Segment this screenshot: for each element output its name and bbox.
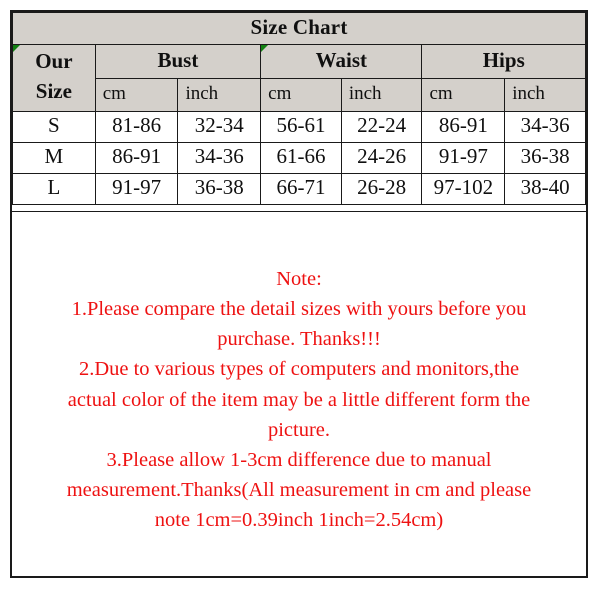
cell-s-bust-inch: 32-34: [177, 110, 262, 143]
cell-s-waist-inch: 22-24: [340, 110, 423, 143]
unit-header-row: cm inch cm inch cm inch: [13, 77, 586, 112]
corner-label-line-1: Our: [35, 49, 73, 73]
cell-m-waist-inch: 24-26: [340, 141, 423, 174]
note-body: Note: 1.Please compare the detail sizes …: [26, 264, 572, 535]
cell-l-hips-inch: 38-40: [504, 172, 586, 205]
cell-l-bust-cm: 91-97: [94, 172, 179, 205]
group-header-waist-label: Waist: [315, 47, 367, 72]
cell-s-hips-inch: 34-36: [504, 110, 586, 143]
cell-m-waist-cm: 61-66: [260, 141, 342, 174]
page-title: Size Chart: [12, 12, 586, 45]
note-line-2: purchase. Thanks!!!: [217, 328, 381, 351]
unit-header-waist-inch: inch: [340, 77, 423, 112]
size-label-s: S: [12, 110, 96, 143]
corner-our-size-cell: Our Size: [12, 44, 96, 112]
unit-header-hips-inch: inch: [504, 77, 586, 112]
group-header-hips: Hips: [421, 44, 586, 79]
cell-l-waist-inch: 26-28: [340, 172, 423, 205]
size-label-l: L: [12, 172, 96, 205]
note-line-5: picture.: [267, 418, 331, 441]
note-line-6: 3.Please allow 1-3cm difference due to m…: [106, 448, 492, 471]
table-title-row: Size Chart: [12, 12, 586, 45]
unit-header-hips-cm: cm: [421, 77, 506, 112]
size-chart-frame: Size Chart Our Size Bust Waist Hips cm i…: [10, 10, 588, 578]
cell-m-bust-inch: 34-36: [177, 141, 262, 174]
note-line-7: measurement.Thanks(All measurement in cm…: [66, 478, 532, 501]
note-line-4: actual color of the item may be a little…: [67, 388, 531, 411]
note-line-3: 2.Due to various types of computers and …: [78, 358, 520, 381]
comment-triangle-icon: [261, 45, 269, 52]
cell-l-bust-inch: 36-38: [177, 172, 262, 205]
cell-s-waist-cm: 56-61: [260, 110, 342, 143]
table-row: M 86-91 34-36 61-66 24-26 91-97 36-38: [12, 141, 586, 174]
corner-label-line-2: Size: [35, 78, 72, 103]
note-heading: Note:: [276, 268, 322, 290]
size-label-m: M: [12, 141, 96, 174]
group-header-waist: Waist: [260, 44, 423, 79]
cell-s-bust-cm: 81-86: [94, 110, 179, 143]
table-row: L 91-97 36-38 66-71 26-28 97-102 38-40: [12, 172, 586, 205]
table-row: S 81-86 32-34 56-61 22-24 86-91 34-36: [12, 110, 586, 143]
note-line-1: 1.Please compare the detail sizes with y…: [71, 298, 527, 321]
group-header-row: Our Size Bust Waist Hips: [12, 44, 586, 112]
cell-m-hips-inch: 36-38: [504, 141, 586, 174]
group-header-bust: Bust: [94, 44, 262, 79]
note-line-8: note 1cm=0.39inch 1inch=2.54cm): [154, 509, 444, 531]
cell-m-bust-cm: 86-91: [94, 141, 179, 174]
cell-l-waist-cm: 66-71: [260, 172, 342, 205]
cell-m-hips-cm: 91-97: [421, 141, 506, 174]
cell-s-hips-cm: 86-91: [421, 110, 506, 143]
note-section: Note: 1.Please compare the detail sizes …: [12, 211, 586, 576]
unit-header-waist-cm: cm: [260, 77, 342, 112]
cell-l-hips-cm: 97-102: [421, 172, 506, 205]
unit-header-bust-cm: cm: [94, 77, 179, 112]
unit-header-bust-inch: inch: [177, 77, 262, 112]
size-chart-table: Size Chart Our Size Bust Waist Hips cm i…: [12, 12, 586, 205]
